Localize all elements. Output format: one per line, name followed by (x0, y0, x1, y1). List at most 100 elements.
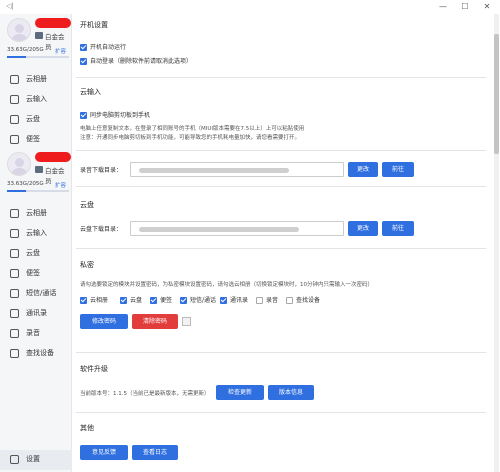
storage-bar (7, 190, 69, 192)
username-redacted (35, 152, 71, 162)
cloud-disk-dir-input[interactable] (130, 221, 344, 236)
sidebar-item-label: 便签 (26, 269, 40, 277)
note-icon (10, 269, 19, 278)
privacy-title: 私密 (80, 261, 94, 269)
sidebar-item-settings[interactable]: 设置 (0, 450, 72, 470)
divider (76, 248, 486, 249)
cloud-disk-dir-label: 云盘下载目录： (80, 226, 123, 233)
recording-dir-go-button[interactable]: 前往 (382, 162, 414, 177)
recording-dir-label: 录音下载目录： (80, 167, 123, 174)
cloud-input-desc-1: 电脑上任意复制文本，在登录了相同账号的手机（MIUI版本需要在7.5以上）上可以… (80, 126, 305, 132)
avatar[interactable] (7, 152, 31, 176)
back-icon[interactable]: ◁| (6, 2, 14, 10)
sidebar-item-label: 云输入 (26, 95, 47, 103)
view-log-button[interactable]: 查看日志 (132, 445, 178, 460)
sidebar-item-notes[interactable]: 便签 (0, 264, 72, 284)
sidebar-item-label: 设置 (26, 455, 40, 463)
privacy-module-contacts[interactable]: 通讯录 (220, 295, 248, 304)
sidebar-item-label: 云相册 (26, 75, 47, 83)
sidebar-item-label: 查找设备 (26, 349, 54, 357)
location-icon (10, 349, 19, 358)
privacy-module-photos[interactable]: 云相册 (80, 295, 108, 304)
privacy-module-disk[interactable]: 云盘 (120, 295, 142, 304)
sidebar-item-label: 云输入 (26, 229, 47, 237)
microphone-icon (10, 329, 19, 338)
sidebar-item-notes-top[interactable]: 便签 (0, 130, 72, 150)
photo-icon (10, 75, 19, 84)
vip-icon (35, 166, 43, 173)
cloud-disk-go-button[interactable]: 前往 (382, 221, 414, 236)
privacy-module-recording[interactable]: 录音 (256, 295, 278, 304)
privacy-module-find-device[interactable]: 查找设备 (286, 295, 320, 304)
sidebar-item-input[interactable]: 云输入 (0, 224, 72, 244)
sidebar-item-input-top[interactable]: 云输入 (0, 90, 72, 110)
cloud-input-title: 云输入 (80, 88, 101, 96)
photo-icon (10, 209, 19, 218)
password-toggle-box[interactable] (182, 317, 191, 326)
folder-icon (10, 249, 19, 258)
sidebar-item-photos[interactable]: 云相册 (0, 204, 72, 224)
sidebar-item-find-device[interactable]: 查找设备 (0, 344, 72, 364)
vip-icon (35, 32, 43, 39)
close-button[interactable]: ✕ (480, 1, 494, 13)
storage-bar (7, 56, 69, 58)
change-password-button[interactable]: 修改密码 (80, 314, 128, 329)
sync-clipboard-label: 同步电脑剪切板到手机 (90, 112, 151, 119)
app-window: ◁| — ☐ ✕ 白金会员 33.63G/205G 扩容 云相册 云输入 云盘 … (0, 0, 500, 472)
autostart-checkbox[interactable]: 开机自动运行 (80, 42, 126, 51)
divider (76, 352, 486, 353)
recording-dir-change-button[interactable]: 更改 (348, 162, 378, 177)
expand-storage-link[interactable]: 扩容 (55, 47, 66, 55)
privacy-module-label: 通讯录 (230, 297, 249, 304)
sidebar-item-disk[interactable]: 云盘 (0, 244, 72, 264)
version-info-button[interactable]: 版本信息 (268, 385, 314, 400)
privacy-desc: 请勾选要锁定的模块并设置密码，为私密模块设置密码，请勾选云相册（切换锁定模块时，… (80, 282, 374, 288)
privacy-module-notes[interactable]: 便签 (150, 295, 172, 304)
sidebar-item-disk-top[interactable]: 云盘 (0, 110, 72, 130)
scroll-thumb[interactable] (494, 34, 499, 154)
settings-panel: 开机设置 开机自动运行 自动登录（删除软件前请取消此选项） 云输入 同步电脑剪切… (76, 14, 492, 472)
maximize-button[interactable]: ☐ (458, 1, 472, 13)
other-title: 其他 (80, 424, 94, 432)
scrollbar[interactable] (494, 14, 499, 472)
privacy-module-label: 云盘 (130, 297, 143, 304)
sidebar-item-label: 通讯录 (26, 309, 47, 317)
username-redacted (35, 18, 71, 28)
sidebar-item-recording[interactable]: 录音 (0, 324, 72, 344)
check-update-button[interactable]: 检查更新 (216, 385, 264, 400)
sync-clipboard-checkbox[interactable]: 同步电脑剪切板到手机 (80, 110, 150, 119)
feedback-button[interactable]: 意见反馈 (80, 445, 128, 460)
path-redacted (139, 168, 289, 173)
sidebar: 白金会员 33.63G/205G 扩容 云相册 云输入 云盘 便签 白金会员 3… (0, 14, 72, 472)
sidebar-item-photos-top[interactable]: 云相册 (0, 70, 72, 90)
cloud-icon (10, 95, 19, 104)
divider (76, 77, 486, 78)
sidebar-item-contacts[interactable]: 通讯录 (0, 304, 72, 324)
message-icon (10, 289, 19, 298)
autologin-checkbox[interactable]: 自动登录（删除软件前请取消此选项） (80, 56, 192, 65)
storage-usage: 33.63G/205G (7, 47, 44, 53)
sidebar-item-label: 云相册 (26, 209, 47, 217)
privacy-module-label: 录音 (266, 297, 279, 304)
recording-dir-input[interactable] (130, 162, 344, 177)
sidebar-item-sms[interactable]: 短信/通话 (0, 284, 72, 304)
sidebar-item-label: 云盘 (26, 115, 40, 123)
divider (76, 186, 486, 187)
path-redacted (139, 227, 299, 232)
avatar[interactable] (7, 18, 31, 42)
title-bar: ◁| — ☐ ✕ (0, 0, 500, 14)
privacy-module-sms[interactable]: 短信/通话 (180, 295, 216, 304)
note-icon (10, 135, 19, 144)
startup-title: 开机设置 (80, 21, 108, 29)
profile-card[interactable]: 白金会员 33.63G/205G 扩容 (5, 16, 71, 62)
cloud-disk-change-button[interactable]: 更改 (348, 221, 378, 236)
sidebar-item-label: 录音 (26, 329, 40, 337)
profile-card-overlay[interactable]: 白金会员 33.63G/205G 扩容 (5, 150, 71, 196)
privacy-module-label: 短信/通话 (190, 297, 217, 304)
divider (76, 150, 486, 151)
expand-storage-link[interactable]: 扩容 (55, 181, 66, 189)
upgrade-title: 软件升级 (80, 365, 108, 373)
clear-password-button[interactable]: 清除密码 (132, 314, 178, 329)
cloud-input-desc-2: 注意：开通同步电脑剪切板到手机功能，可能导致您的手机耗电量加快，请您看需要打开。 (80, 135, 301, 141)
minimize-button[interactable]: — (436, 1, 450, 13)
